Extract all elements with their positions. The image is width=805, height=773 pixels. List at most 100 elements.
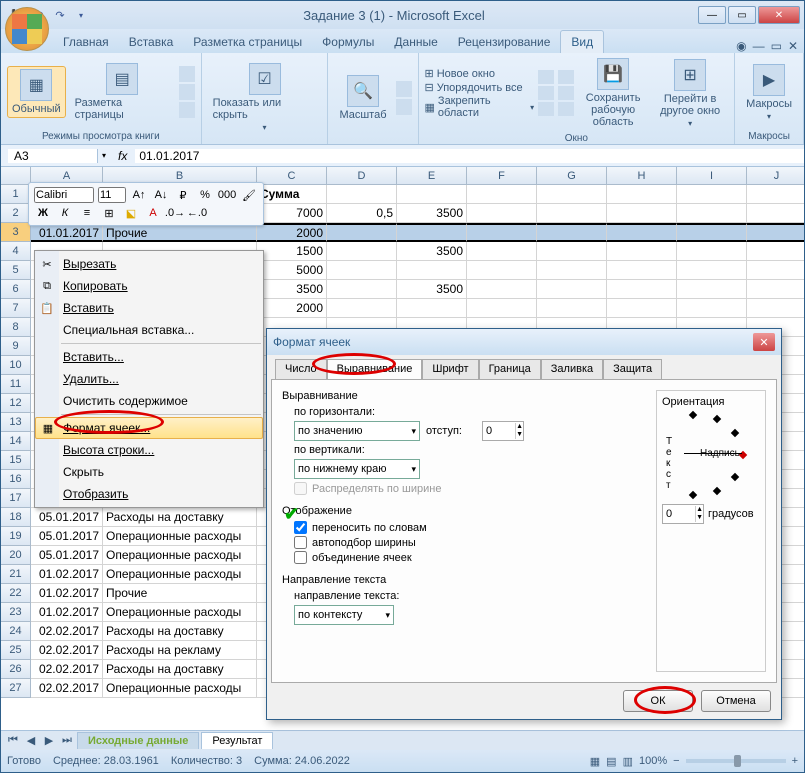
cm-cut[interactable]: ✂Вырезать bbox=[35, 253, 263, 275]
zoom-button[interactable]: 🔍Масштаб bbox=[334, 72, 391, 124]
custom-views-icon[interactable] bbox=[179, 84, 195, 100]
office-button[interactable] bbox=[5, 7, 49, 51]
cell[interactable] bbox=[467, 280, 537, 299]
cm-clear[interactable]: Очистить содержимое bbox=[35, 390, 263, 412]
save-workspace-button[interactable]: 💾Сохранить рабочую область bbox=[578, 55, 648, 131]
cell[interactable] bbox=[747, 261, 804, 280]
zoom-out-icon[interactable]: − bbox=[673, 755, 679, 767]
col-header-J[interactable]: J bbox=[747, 167, 804, 185]
row-header-27[interactable]: 27 bbox=[1, 679, 31, 698]
view-normal-button[interactable]: ▦Обычный bbox=[7, 66, 66, 118]
cell[interactable]: 05.01.2017 bbox=[31, 508, 103, 527]
align-center-icon[interactable]: ≡ bbox=[78, 204, 96, 222]
maximize-button[interactable]: ▭ bbox=[728, 6, 756, 24]
dialog-close-button[interactable]: ✕ bbox=[753, 333, 775, 351]
borders-icon[interactable]: ⊞ bbox=[100, 204, 118, 222]
cell[interactable]: Расходы на рекламу bbox=[103, 641, 257, 660]
close-button[interactable]: ✕ bbox=[758, 6, 800, 24]
redo-icon[interactable]: ↷ bbox=[51, 6, 69, 24]
row-header-1[interactable]: 1 bbox=[1, 185, 31, 204]
tab-review[interactable]: Рецензирование bbox=[448, 31, 561, 53]
cell[interactable] bbox=[467, 223, 537, 242]
cell[interactable] bbox=[677, 223, 747, 242]
cell[interactable]: Операционные расходы bbox=[103, 679, 257, 698]
arrange-all-button[interactable]: ⊟Упорядочить все bbox=[425, 81, 535, 94]
italic-icon[interactable]: К bbox=[56, 204, 74, 222]
cell[interactable]: 0,5 bbox=[327, 204, 397, 223]
cell[interactable]: Расходы на доставку bbox=[103, 622, 257, 641]
mdi-minimize-icon[interactable]: — bbox=[753, 39, 765, 53]
cell[interactable] bbox=[397, 223, 467, 242]
row-header-15[interactable]: 15 bbox=[1, 451, 31, 470]
hide-icon[interactable] bbox=[538, 86, 554, 100]
cell[interactable] bbox=[537, 299, 607, 318]
dlg-tab-alignment[interactable]: Выравнивание bbox=[327, 359, 423, 379]
row-header-5[interactable]: 5 bbox=[1, 261, 31, 280]
bold-icon[interactable]: Ж bbox=[34, 204, 52, 222]
cm-insert[interactable]: Вставить... bbox=[35, 346, 263, 368]
col-header-G[interactable]: G bbox=[537, 167, 607, 185]
pagebreak-icon[interactable] bbox=[179, 66, 195, 82]
tab-pagelayout[interactable]: Разметка страницы bbox=[183, 31, 312, 53]
view-side-icon[interactable] bbox=[558, 70, 574, 84]
row-header-4[interactable]: 4 bbox=[1, 242, 31, 261]
fill-color-icon[interactable]: ⬕ bbox=[122, 204, 140, 222]
col-header-D[interactable]: D bbox=[327, 167, 397, 185]
fullscreen-icon[interactable] bbox=[179, 102, 195, 118]
tab-home[interactable]: Главная bbox=[53, 31, 119, 53]
cell[interactable] bbox=[327, 280, 397, 299]
view-page-status-icon[interactable]: ▤ bbox=[606, 755, 616, 768]
cm-format-cells[interactable]: ▦Формат ячеек... bbox=[35, 417, 263, 439]
cell[interactable] bbox=[747, 299, 804, 318]
cell[interactable]: Расходы на доставку bbox=[103, 660, 257, 679]
qat-dropdown-icon[interactable]: ▾ bbox=[72, 6, 90, 24]
zoom-level[interactable]: 100% bbox=[639, 755, 667, 767]
dlg-tab-protection[interactable]: Защита bbox=[603, 359, 662, 379]
cm-hide[interactable]: Скрыть bbox=[35, 461, 263, 483]
cell[interactable]: 05.01.2017 bbox=[31, 527, 103, 546]
select-horizontal[interactable]: по значению bbox=[294, 421, 420, 441]
cell[interactable]: 01.02.2017 bbox=[31, 584, 103, 603]
tab-view[interactable]: Вид bbox=[560, 30, 604, 53]
zoom-selection-icon[interactable] bbox=[396, 99, 412, 115]
dlg-tab-number[interactable]: Число bbox=[275, 359, 327, 379]
cell[interactable] bbox=[677, 261, 747, 280]
indent-up-icon[interactable]: ▲ bbox=[516, 423, 523, 431]
cell[interactable] bbox=[677, 299, 747, 318]
deg-down-icon[interactable]: ▼ bbox=[696, 514, 703, 522]
cell[interactable]: 05.01.2017 bbox=[31, 546, 103, 565]
cancel-button[interactable]: Отмена bbox=[701, 690, 771, 712]
show-hide-button[interactable]: ☑Показать или скрыть▾ bbox=[208, 60, 322, 135]
cell[interactable] bbox=[537, 242, 607, 261]
cell[interactable] bbox=[677, 185, 747, 204]
row-header-18[interactable]: 18 bbox=[1, 508, 31, 527]
cell[interactable] bbox=[747, 280, 804, 299]
namebox-dropdown-icon[interactable]: ▾ bbox=[98, 151, 110, 160]
select-all-corner[interactable] bbox=[1, 167, 31, 185]
col-header-E[interactable]: E bbox=[397, 167, 467, 185]
sheet-nav-prev-icon[interactable]: ◀ bbox=[23, 734, 39, 747]
cm-copy[interactable]: ⧉Копировать bbox=[35, 275, 263, 297]
sheet-tab-result[interactable]: Результат bbox=[201, 732, 273, 749]
cell[interactable] bbox=[677, 204, 747, 223]
freeze-panes-button[interactable]: ▦Закрепить области▾ bbox=[425, 95, 535, 119]
cell[interactable] bbox=[327, 261, 397, 280]
cell[interactable]: 02.02.2017 bbox=[31, 660, 103, 679]
select-vertical[interactable]: по нижнему краю bbox=[294, 459, 420, 479]
cell[interactable] bbox=[467, 299, 537, 318]
cell[interactable] bbox=[607, 280, 677, 299]
minimize-button[interactable]: — bbox=[698, 6, 726, 24]
cell[interactable] bbox=[537, 185, 607, 204]
row-header-12[interactable]: 12 bbox=[1, 394, 31, 413]
row-header-16[interactable]: 16 bbox=[1, 470, 31, 489]
font-color-icon[interactable]: A bbox=[144, 204, 162, 222]
orientation-dial[interactable]: Текст Надпись bbox=[670, 412, 760, 498]
cell[interactable]: 3500 bbox=[397, 204, 467, 223]
row-header-13[interactable]: 13 bbox=[1, 413, 31, 432]
row-header-3[interactable]: 3 bbox=[1, 223, 31, 242]
deg-up-icon[interactable]: ▲ bbox=[696, 506, 703, 514]
row-header-20[interactable]: 20 bbox=[1, 546, 31, 565]
cell[interactable] bbox=[397, 185, 467, 204]
split-icon[interactable] bbox=[538, 70, 554, 84]
cell[interactable] bbox=[677, 242, 747, 261]
